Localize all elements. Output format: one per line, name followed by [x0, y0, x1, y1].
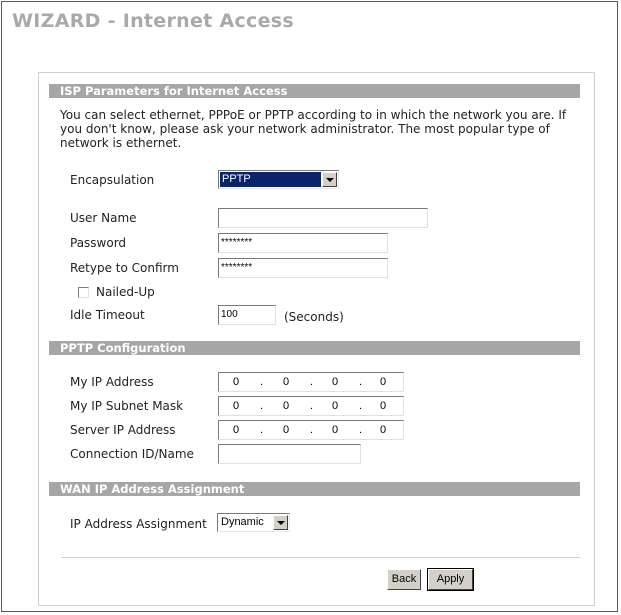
- isp-description: You can select ethernet, PPPoE or PPTP a…: [60, 108, 567, 150]
- divider: [61, 557, 580, 558]
- server-ip-input[interactable]: 0 . 0 . 0 . 0: [218, 420, 404, 440]
- ip-dot: .: [310, 400, 314, 412]
- encapsulation-select[interactable]: PPTP: [218, 170, 339, 189]
- username-label: User Name: [70, 211, 137, 225]
- username-field[interactable]: [218, 208, 428, 228]
- connection-id-field[interactable]: [218, 444, 361, 464]
- pptp-section-header: PPTP Configuration: [49, 341, 580, 355]
- ip-octet: 0: [283, 400, 290, 412]
- ip-assignment-value: Dynamic: [221, 516, 264, 528]
- ip-octet: 0: [380, 424, 387, 436]
- ip-octet: 0: [233, 376, 240, 388]
- ip-dot: .: [310, 376, 314, 388]
- retype-password-field[interactable]: ********: [218, 258, 388, 278]
- idle-timeout-label: Idle Timeout: [70, 308, 145, 322]
- chevron-down-icon[interactable]: [273, 515, 288, 530]
- ip-octet: 0: [380, 400, 387, 412]
- chevron-down-icon[interactable]: [322, 172, 337, 187]
- encapsulation-value: PPTP: [220, 172, 321, 187]
- nailed-up-label: Nailed-Up: [96, 285, 155, 299]
- isp-section-header: ISP Parameters for Internet Access: [49, 84, 580, 98]
- ip-dot: .: [260, 376, 264, 388]
- ip-octet: 0: [332, 400, 339, 412]
- ip-dot: .: [310, 424, 314, 436]
- encapsulation-label: Encapsulation: [70, 173, 155, 187]
- ip-octet: 0: [332, 424, 339, 436]
- my-ip-label: My IP Address: [70, 375, 154, 389]
- server-ip-label: Server IP Address: [70, 423, 176, 437]
- wan-section-header: WAN IP Address Assignment: [49, 482, 580, 496]
- ip-assignment-select[interactable]: Dynamic: [217, 513, 290, 532]
- ip-dot: .: [260, 400, 264, 412]
- ip-octet: 0: [283, 424, 290, 436]
- ip-octet: 0: [233, 400, 240, 412]
- apply-button[interactable]: Apply: [427, 568, 474, 591]
- page-title: WIZARD - Internet Access: [12, 10, 295, 32]
- back-button[interactable]: Back: [387, 569, 421, 590]
- idle-timeout-unit: (Seconds): [284, 310, 344, 324]
- nailed-up-checkbox[interactable]: [78, 287, 89, 298]
- my-ip-input[interactable]: 0 . 0 . 0 . 0: [218, 372, 404, 392]
- ip-octet: 0: [283, 376, 290, 388]
- ip-dot: .: [359, 424, 363, 436]
- ip-assignment-label: IP Address Assignment: [70, 517, 207, 531]
- subnet-mask-label: My IP Subnet Mask: [70, 399, 184, 413]
- ip-dot: .: [260, 424, 264, 436]
- ip-octet: 0: [380, 376, 387, 388]
- password-field[interactable]: ********: [218, 233, 388, 253]
- ip-dot: .: [359, 376, 363, 388]
- password-label: Password: [70, 236, 127, 250]
- connection-id-label: Connection ID/Name: [70, 447, 194, 461]
- idle-timeout-field[interactable]: 100: [218, 305, 276, 325]
- ip-dot: .: [359, 400, 363, 412]
- ip-octet: 0: [233, 424, 240, 436]
- retype-label: Retype to Confirm: [70, 261, 179, 275]
- ip-octet: 0: [332, 376, 339, 388]
- subnet-mask-input[interactable]: 0 . 0 . 0 . 0: [218, 396, 404, 416]
